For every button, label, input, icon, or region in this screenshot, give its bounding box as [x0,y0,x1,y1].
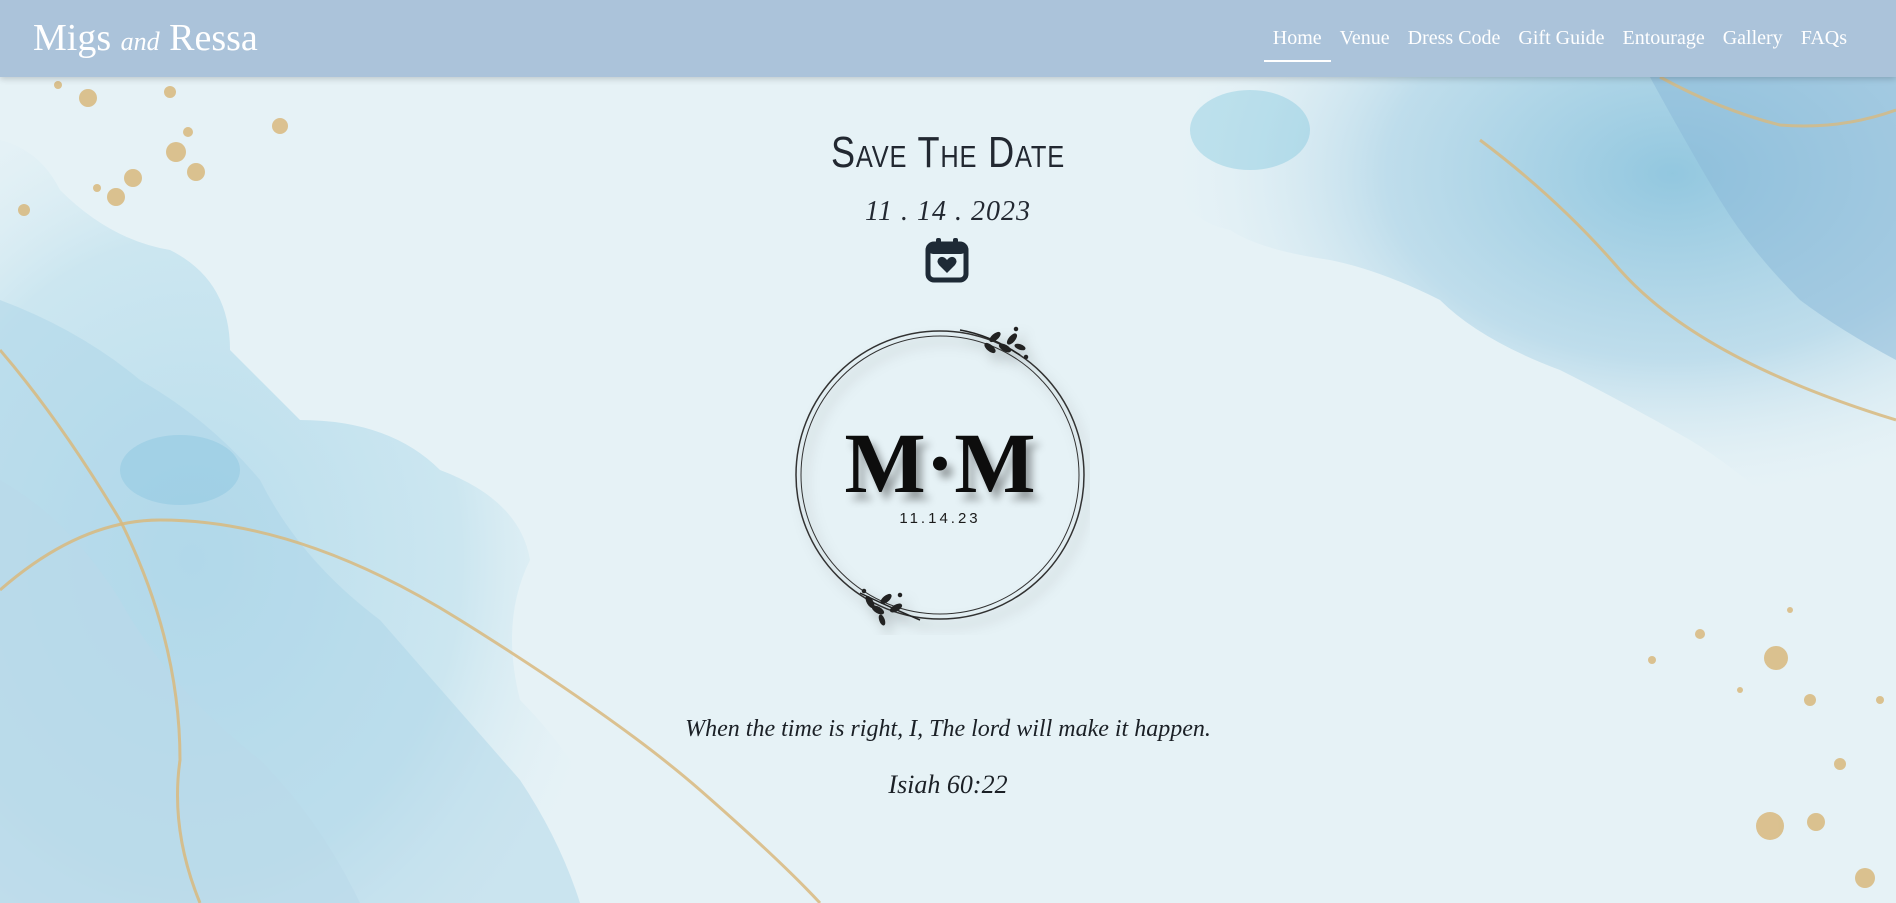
nav-faqs[interactable]: FAQs [1792,20,1856,56]
top-navbar: Migs and Ressa Home Venue Dress Code Gif… [0,0,1896,77]
nav-dress-code[interactable]: Dress Code [1399,20,1510,56]
bible-verse: When the time is right, I, The lord will… [685,716,1211,742]
verse-reference: Isiah 60:22 [888,770,1008,799]
hero-section: Save The Date 11 . 14 . 2023 M·M 11.14.2… [0,0,1896,903]
nav-home[interactable]: Home [1263,20,1331,62]
brand-second-name: Ressa [169,17,258,59]
nav-gift-guide[interactable]: Gift Guide [1509,20,1613,56]
wedding-date: 11 . 14 . 2023 [865,196,1031,227]
main-nav: Home Venue Dress Code Gift Guide Entoura… [1263,20,1856,62]
calendar-heart-icon [925,238,969,283]
monogram-initials: M·M [844,415,1036,511]
nav-entourage[interactable]: Entourage [1614,20,1714,56]
site-brand[interactable]: Migs and Ressa [33,14,258,66]
brand-first-name: Migs [33,17,112,59]
nav-venue[interactable]: Venue [1331,20,1399,56]
brand-and: and [120,27,160,56]
monogram-date: 11.14.23 [899,510,981,527]
nav-gallery[interactable]: Gallery [1714,20,1792,56]
page-title: Save The Date [830,128,1066,177]
